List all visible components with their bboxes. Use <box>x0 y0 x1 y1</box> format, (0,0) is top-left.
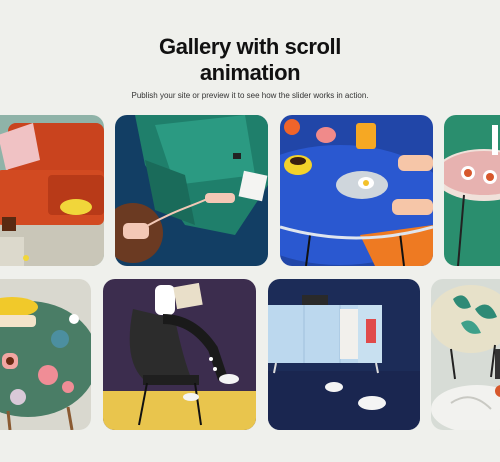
floral-table-image <box>0 279 91 430</box>
reading-chair-image <box>103 279 256 430</box>
leaf-table-image <box>431 279 500 430</box>
orange-sofa-photo[interactable] <box>0 115 104 266</box>
green-sofa-image <box>115 115 268 266</box>
orange-sofa-image <box>0 115 104 266</box>
floral-table-photo[interactable] <box>0 279 91 430</box>
reading-chair-photo[interactable] <box>103 279 256 430</box>
green-sofa-phone-photo[interactable] <box>115 115 268 266</box>
leaf-table-photo[interactable] <box>431 279 500 430</box>
patterned-table-photo[interactable] <box>444 115 500 266</box>
breakfast-table-image <box>280 115 433 266</box>
page-title: Gallery with scroll animation <box>159 34 341 85</box>
breakfast-table-photo[interactable] <box>280 115 433 266</box>
patterned-table-image <box>444 115 500 266</box>
page-subtitle: Publish your site or preview it to see h… <box>131 91 369 100</box>
blue-cabinet-photo[interactable] <box>268 279 420 430</box>
blue-cabinet-image <box>268 279 420 430</box>
